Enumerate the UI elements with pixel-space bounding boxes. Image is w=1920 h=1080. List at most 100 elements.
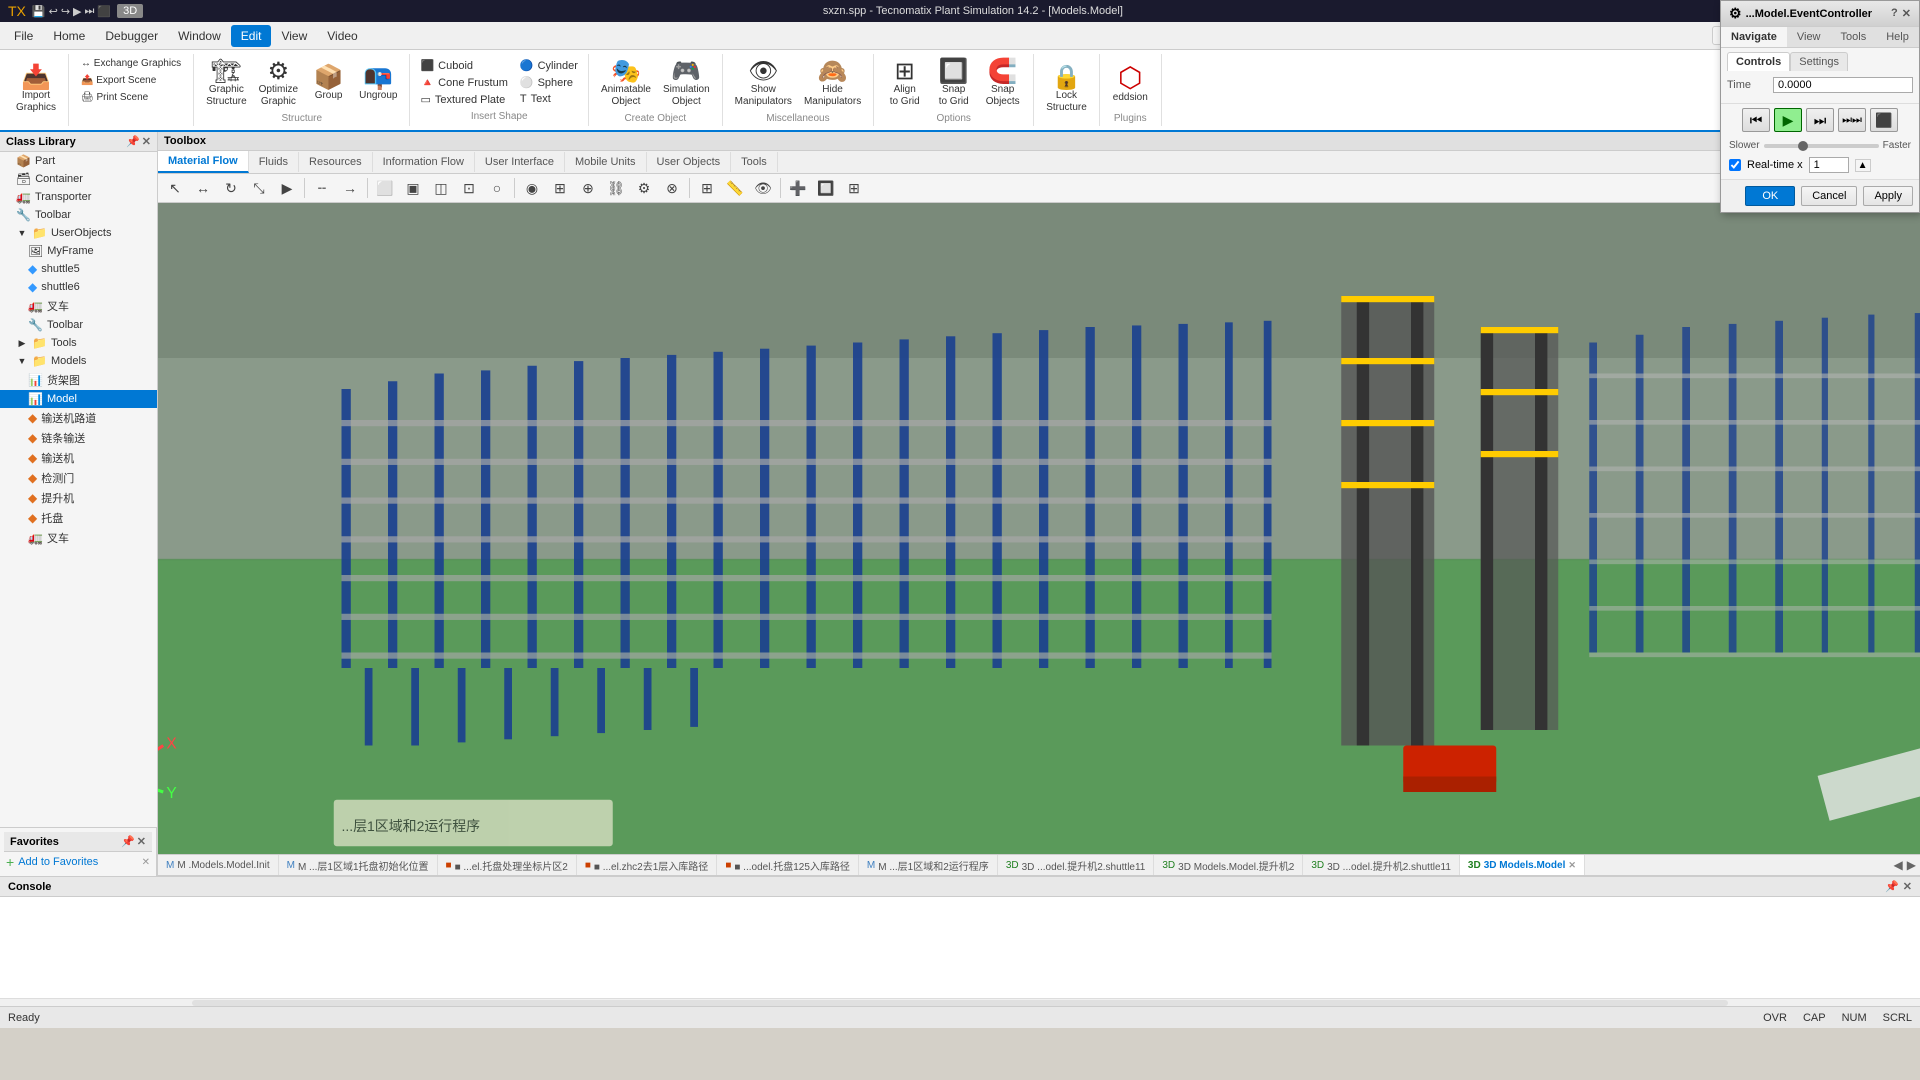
tree-item-conveyor[interactable]: ◆输送机 bbox=[0, 448, 157, 468]
quick-run[interactable]: ▶ bbox=[73, 5, 81, 18]
console-pin-icon[interactable]: 📌 bbox=[1885, 880, 1899, 893]
ec-ctab-settings[interactable]: Settings bbox=[1790, 52, 1848, 71]
ec-stop-btn[interactable]: ⬛ bbox=[1870, 108, 1898, 132]
ec-speed-slider[interactable] bbox=[1764, 144, 1879, 148]
ec-close-btn[interactable]: ✕ bbox=[1902, 7, 1911, 20]
tab-material-flow[interactable]: Material Flow bbox=[158, 151, 249, 173]
bottom-tab-5[interactable]: M M ...层1区域和2运行程序 bbox=[859, 854, 998, 876]
tab-fluids[interactable]: Fluids bbox=[249, 152, 299, 172]
tree-item-model[interactable]: 📊Model bbox=[0, 390, 157, 408]
nav-tool[interactable]: ⊗ bbox=[659, 176, 685, 200]
tree-item-tools[interactable]: ▶📁Tools bbox=[0, 334, 157, 352]
select-tool[interactable]: ↖ bbox=[162, 176, 188, 200]
close-panel-icon[interactable]: ✕ bbox=[142, 135, 151, 148]
tab-user-objects[interactable]: User Objects bbox=[647, 152, 732, 172]
grid-tool[interactable]: ⊞ bbox=[694, 176, 720, 200]
layout-tool[interactable]: ⊞ bbox=[841, 176, 867, 200]
ec-realtime-checkbox[interactable] bbox=[1729, 159, 1741, 171]
tree-item-detector[interactable]: ◆检测门 bbox=[0, 468, 157, 488]
ec-apply-btn[interactable]: Apply bbox=[1863, 186, 1913, 206]
sphere-btn[interactable]: ⚪Sphere bbox=[518, 75, 580, 90]
tab-close-btn[interactable]: ✕ bbox=[1568, 860, 1576, 871]
move-tool[interactable]: ↔ bbox=[190, 176, 216, 200]
optimize-graphic-btn[interactable]: ⚙ Optimize Graphic bbox=[255, 57, 302, 111]
quick-step[interactable]: ⏭ bbox=[85, 5, 95, 18]
ec-rewind-btn[interactable]: ⏮ bbox=[1742, 108, 1770, 132]
tree-item-lift[interactable]: ◆提升机 bbox=[0, 488, 157, 508]
quick-undo[interactable]: ↩ bbox=[49, 5, 58, 18]
graphic-structure-btn[interactable]: 🏗 Graphic Structure bbox=[202, 57, 251, 111]
chain-tool[interactable]: ⛓ bbox=[603, 176, 629, 200]
tree-item-part[interactable]: 📦Part bbox=[0, 152, 157, 170]
sensor-tool[interactable]: ◉ bbox=[519, 176, 545, 200]
tree-item-toolbar[interactable]: 🔧Toolbar bbox=[0, 206, 157, 224]
tree-item-pallet[interactable]: ◆托盘 bbox=[0, 508, 157, 528]
cylinder-btn[interactable]: 🔵Cylinder bbox=[518, 58, 580, 73]
menu-video[interactable]: Video bbox=[317, 25, 367, 47]
ec-ctab-controls[interactable]: Controls bbox=[1727, 52, 1790, 71]
quick-stop[interactable]: ⬛ bbox=[97, 5, 111, 18]
tree-item-conveyor-track[interactable]: ◆输送机路道 bbox=[0, 408, 157, 428]
tree-item-container[interactable]: 🗃Container bbox=[0, 170, 157, 188]
ec-realtime-value[interactable] bbox=[1809, 157, 1849, 173]
tree-item-forklift2[interactable]: 🚛叉车 bbox=[0, 528, 157, 548]
fav-close-x[interactable]: ✕ bbox=[142, 857, 150, 868]
frame4-tool[interactable]: ⊡ bbox=[456, 176, 482, 200]
quick-redo[interactable]: ↪ bbox=[61, 5, 70, 18]
add-to-favorites-btn[interactable]: + Add to Favorites ✕ bbox=[4, 852, 152, 872]
scale-tool[interactable]: ⤡ bbox=[246, 176, 272, 200]
measure-tool[interactable]: 📏 bbox=[722, 176, 748, 200]
bottom-tab-9[interactable]: 3D 3D Models.Model ✕ bbox=[1460, 854, 1585, 876]
simulation-object-btn[interactable]: 🎮 Simulation Object bbox=[659, 57, 714, 111]
tree-item-forklift[interactable]: 🚛叉车 bbox=[0, 296, 157, 316]
menu-debugger[interactable]: Debugger bbox=[95, 25, 168, 47]
ec-play-btn[interactable]: ▶ bbox=[1774, 108, 1802, 132]
line-tool[interactable]: ╌ bbox=[309, 176, 335, 200]
console-hscroll[interactable] bbox=[0, 998, 1920, 1006]
add-tool[interactable]: ➕ bbox=[785, 176, 811, 200]
text-btn[interactable]: TText bbox=[518, 92, 580, 106]
tree-item-models[interactable]: ▼📁Models bbox=[0, 352, 157, 370]
menu-window[interactable]: Window bbox=[168, 25, 231, 47]
snap-to-grid-btn[interactable]: 🔲 Snap to Grid bbox=[931, 57, 976, 111]
textured-plate-btn[interactable]: ▭Textured Plate bbox=[418, 92, 509, 107]
console-close-icon[interactable]: ✕ bbox=[1903, 880, 1912, 893]
menu-edit[interactable]: Edit bbox=[231, 25, 272, 47]
tab-next-btn[interactable]: ▶ bbox=[1907, 858, 1916, 872]
snap-objects-btn[interactable]: 🧲 Snap Objects bbox=[980, 57, 1025, 111]
exchange-graphics-btn[interactable]: ↔ Exchange Graphics bbox=[77, 56, 185, 71]
viewport-3d[interactable]: X Y Z ...层1区域和2运行程序 bbox=[158, 203, 1920, 854]
fav-close-icon[interactable]: ✕ bbox=[137, 835, 146, 848]
show-manipulators-btn[interactable]: 👁 Show Manipulators bbox=[731, 57, 796, 111]
ec-help-btn[interactable]: ? bbox=[1891, 7, 1898, 20]
menu-file[interactable]: File bbox=[4, 25, 43, 47]
ec-ok-btn[interactable]: OK bbox=[1745, 186, 1795, 206]
fav-pin-icon[interactable]: 📌 bbox=[121, 835, 135, 848]
menu-home[interactable]: Home bbox=[43, 25, 95, 47]
tab-information-flow[interactable]: Information Flow bbox=[373, 152, 475, 172]
align-to-grid-btn[interactable]: ⊞ Align to Grid bbox=[882, 57, 927, 111]
play-tool[interactable]: ▶ bbox=[274, 176, 300, 200]
bottom-tab-0[interactable]: M M .Models.Model.Init bbox=[158, 854, 279, 876]
ec-cancel-btn[interactable]: Cancel bbox=[1801, 186, 1857, 206]
tree-item-shelving[interactable]: 📊货架图 bbox=[0, 370, 157, 390]
switch-tool[interactable]: ⊞ bbox=[547, 176, 573, 200]
bottom-tab-7[interactable]: 3D 3D Models.Model.提升机2 bbox=[1154, 854, 1303, 876]
bottom-tab-3[interactable]: ■ ■ ...el.zhc2去1层入库路径 bbox=[577, 854, 717, 876]
tab-mobile-units[interactable]: Mobile Units bbox=[565, 152, 647, 172]
frame-tool[interactable]: ⬜ bbox=[372, 176, 398, 200]
bottom-tab-4[interactable]: ■ ■ ...odel.托盘125入库路径 bbox=[717, 854, 859, 876]
cone-frustum-btn[interactable]: 🔺Cone Frustum bbox=[418, 75, 509, 90]
frame2-tool[interactable]: ▣ bbox=[400, 176, 426, 200]
quick-save[interactable]: 💾 bbox=[32, 5, 46, 18]
hide-manipulators-btn[interactable]: 🙈 Hide Manipulators bbox=[800, 57, 865, 111]
ec-tab-navigate[interactable]: Navigate bbox=[1721, 27, 1787, 47]
cuboid-btn[interactable]: ⬛Cuboid bbox=[418, 58, 509, 73]
tree-item-userobjects[interactable]: ▼📁UserObjects bbox=[0, 224, 157, 242]
bottom-tab-6[interactable]: 3D 3D ...odel.提升机2.shuttle11 bbox=[998, 854, 1155, 876]
tree-item-toolbar2[interactable]: 🔧Toolbar bbox=[0, 316, 157, 334]
animatable-object-btn[interactable]: 🎭 Animatable Object bbox=[597, 57, 655, 111]
frame3-tool[interactable]: ◫ bbox=[428, 176, 454, 200]
rotate-tool[interactable]: ↻ bbox=[218, 176, 244, 200]
tree-item-myframe[interactable]: 🖼MyFrame bbox=[0, 242, 157, 260]
